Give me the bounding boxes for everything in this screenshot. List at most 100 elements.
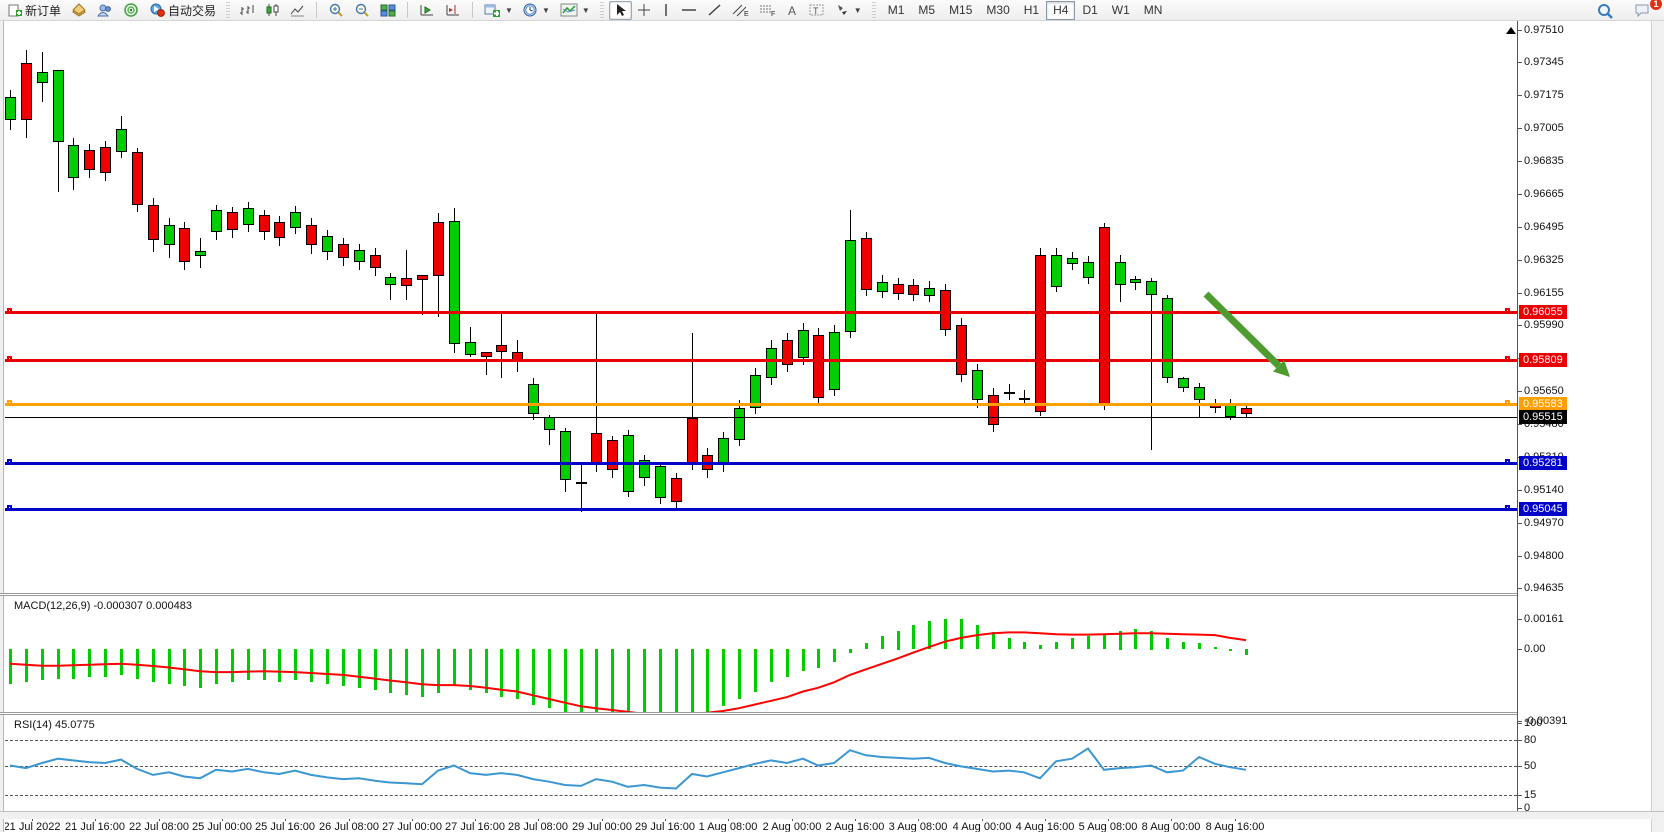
macd-tick: [1518, 619, 1522, 620]
price-tick: [1518, 161, 1522, 162]
text-label-tool-button[interactable]: T: [804, 1, 830, 20]
price-tick-label: 0.94800: [1524, 550, 1564, 562]
text-tool-button[interactable]: A: [781, 1, 804, 20]
horizontal-line-tool-button[interactable]: [676, 1, 702, 20]
macd-signal-line: [5, 596, 1517, 712]
signals-button[interactable]: [118, 1, 144, 20]
toolbar-grip: [600, 2, 604, 18]
auto-trading-icon: [149, 3, 165, 17]
channel-tool-button[interactable]: E: [727, 1, 754, 20]
time-label: 2 Aug 16:00: [826, 821, 885, 832]
svg-text:F: F: [771, 11, 775, 17]
rsi-tick: [1518, 795, 1522, 796]
svg-text:E: E: [744, 11, 749, 17]
rsi-tick: [1518, 723, 1522, 724]
new-order-button[interactable]: 新订单: [3, 1, 66, 20]
macd-pane[interactable]: MACD(12,26,9) -0.000307 0.000483: [5, 596, 1517, 712]
price-tick: [1518, 325, 1522, 326]
cursor-tool-button[interactable]: [609, 1, 632, 20]
main-toolbar: 新订单 自动交易: [0, 0, 1664, 21]
macd-tick-label: 0.00: [1524, 643, 1545, 655]
time-label: 29 Jul 16:00: [635, 821, 695, 832]
caret-down-icon: ▼: [582, 6, 590, 15]
timeframe-group: M1M5M15M30H1H4D1W1MN: [878, 0, 1173, 21]
toolbar-separator: [407, 2, 408, 18]
window-right-border: [1651, 21, 1664, 832]
time-label: 4 Aug 00:00: [953, 821, 1012, 832]
price-tick-label: 0.96325: [1524, 254, 1564, 266]
timeframe-mn-button[interactable]: MN: [1137, 1, 1170, 20]
price-tick-label: 0.97345: [1524, 56, 1564, 68]
chat-bubble-icon: [1634, 3, 1651, 18]
price-tick-label: 0.96835: [1524, 155, 1564, 167]
crosshair-tool-button[interactable]: [632, 1, 657, 20]
time-label: 27 Jul 16:00: [445, 821, 505, 832]
bid-price-badge: 0.95515: [1519, 410, 1567, 424]
line-chart-icon: [290, 3, 305, 17]
support-price-badge: 0.95045: [1519, 502, 1567, 516]
rsi-tick-label: 100: [1524, 717, 1542, 729]
trendline-icon: [707, 3, 722, 17]
time-label: 8 Aug 16:00: [1206, 821, 1265, 832]
auto-scroll-button[interactable]: [414, 1, 440, 20]
caret-down-icon: ▼: [854, 6, 862, 15]
timeframe-w1-button[interactable]: W1: [1105, 1, 1137, 20]
pivot-price-badge: 0.95583: [1519, 397, 1567, 411]
search-button[interactable]: [1592, 1, 1619, 20]
timeframe-h1-button[interactable]: H1: [1017, 1, 1046, 20]
timeframe-m30-button[interactable]: M30: [979, 1, 1016, 20]
chart-shift-button[interactable]: [440, 1, 466, 20]
trendline-tool-button[interactable]: [702, 1, 727, 20]
notifications-button[interactable]: 1: [1629, 1, 1656, 20]
arrows-tool-button[interactable]: ▼: [830, 1, 867, 20]
rsi-tick: [1518, 808, 1522, 809]
community-icon: [97, 3, 113, 17]
macd-tick: [1518, 649, 1522, 650]
window-left-border: [0, 21, 4, 832]
line-chart-button[interactable]: [285, 1, 310, 20]
price-tick-label: 0.94635: [1524, 582, 1564, 594]
price-tick: [1518, 128, 1522, 129]
price-pane[interactable]: [5, 21, 1517, 593]
trend-arrow-annotation[interactable]: [5, 21, 1517, 593]
auto-trading-label: 自动交易: [168, 2, 216, 19]
indicators-icon: [560, 3, 578, 17]
price-tick-label: 0.95650: [1524, 385, 1564, 397]
vertical-line-tool-button[interactable]: [657, 1, 676, 20]
timeframe-m5-button[interactable]: M5: [911, 1, 942, 20]
community-button[interactable]: [92, 1, 118, 20]
timeframe-h4-button[interactable]: H4: [1046, 1, 1075, 20]
price-axis[interactable]: 0.975100.973450.971750.970050.968350.966…: [1518, 21, 1651, 832]
zoom-out-button[interactable]: [349, 1, 375, 20]
time-label: 28 Jul 08:00: [508, 821, 568, 832]
fibonacci-icon: F: [759, 3, 776, 17]
timeframe-d1-button[interactable]: D1: [1075, 1, 1104, 20]
new-order-label: 新订单: [25, 2, 61, 19]
bar-chart-button[interactable]: [235, 1, 260, 20]
price-tick: [1518, 556, 1522, 557]
auto-trading-button[interactable]: 自动交易: [144, 1, 221, 20]
time-axis[interactable]: 21 Jul 202221 Jul 16:0022 Jul 08:0025 Ju…: [5, 818, 1517, 832]
price-tick: [1518, 293, 1522, 294]
time-label: 29 Jul 00:00: [572, 821, 632, 832]
new-chart-button[interactable]: ▼: [479, 1, 518, 20]
indicators-button[interactable]: ▼: [555, 1, 595, 20]
price-tick: [1518, 490, 1522, 491]
timeframe-m1-button[interactable]: M1: [881, 1, 912, 20]
horizontal-line-icon: [681, 3, 697, 17]
toolbar-grip: [226, 2, 230, 18]
price-tick: [1518, 194, 1522, 195]
rsi-pane[interactable]: RSI(14) 45.0775: [5, 715, 1517, 817]
tile-windows-button[interactable]: [375, 1, 401, 20]
periods-button[interactable]: ▼: [518, 1, 555, 20]
price-tick-label: 0.97510: [1524, 24, 1564, 36]
candlestick-chart-button[interactable]: [260, 1, 285, 20]
tile-windows-icon: [380, 3, 396, 17]
timeframe-m15-button[interactable]: M15: [942, 1, 979, 20]
time-label: 25 Jul 16:00: [255, 821, 315, 832]
history-center-button[interactable]: [66, 1, 92, 20]
zoom-in-button[interactable]: [323, 1, 349, 20]
fibonacci-tool-button[interactable]: F: [754, 1, 781, 20]
price-tick-label: 0.97005: [1524, 122, 1564, 134]
price-tick: [1518, 260, 1522, 261]
